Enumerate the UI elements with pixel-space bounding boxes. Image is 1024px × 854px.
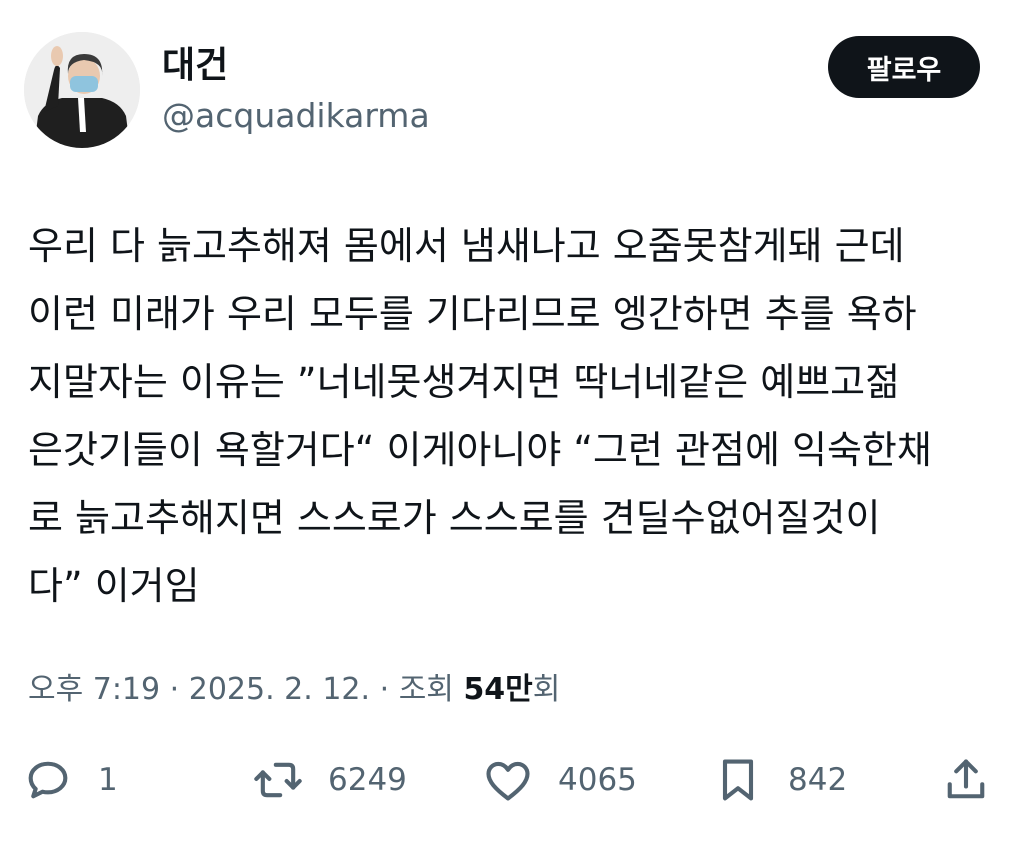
user-handle[interactable]: @acquadikarma — [162, 94, 430, 138]
like-count: 4065 — [558, 762, 637, 798]
retweet-button[interactable]: 6249 — [252, 748, 407, 812]
share-button[interactable] — [940, 748, 992, 812]
retweet-icon — [254, 762, 302, 798]
tweet-line: 다” 이거임 — [28, 564, 200, 608]
views-count: 54만 — [463, 672, 533, 707]
heart-icon — [486, 761, 530, 801]
bookmark-count: 842 — [788, 762, 848, 798]
tweet-line: 이런 미래가 우리 모두를 기다리므로 엥간하면 추를 욕하 — [28, 292, 917, 336]
tweet-meta: 오후 7:19 · 2025. 2. 12. · 조회 54만회 — [28, 666, 560, 714]
retweet-count: 6249 — [328, 762, 407, 798]
views-suffix: 회 — [532, 672, 561, 707]
tweet-line: 우리 다 늙고추해져 몸에서 냄새나고 오줌못참게돼 근데 — [28, 224, 905, 268]
tweet-line: 은갓기들이 욕할거다“ 이게아니야 “그런 관점에 익숙한채 — [28, 428, 932, 472]
reply-button[interactable]: 1 — [22, 748, 118, 812]
meta-separator: · — [379, 672, 390, 707]
like-button[interactable]: 4065 — [482, 748, 637, 812]
avatar[interactable] — [24, 32, 140, 148]
tweet-text: 우리 다 늙고추해져 몸에서 냄새나고 오줌못참게돼 근데 이런 미래가 우리 … — [28, 212, 998, 620]
reply-count: 1 — [98, 762, 118, 798]
tweet-line: 지말자는 이유는 ”너네못생겨지면 딱너네같은 예쁘고젊 — [28, 360, 901, 404]
display-name[interactable]: 대건 — [162, 42, 228, 90]
action-bar: 1 6249 4065 842 — [0, 748, 1024, 812]
tweet-time[interactable]: 오후 7:19 — [28, 672, 160, 707]
reply-icon — [28, 761, 68, 799]
follow-button[interactable]: 팔로우 — [828, 36, 980, 98]
bookmark-icon — [722, 759, 754, 801]
bookmark-button[interactable]: 842 — [712, 748, 847, 812]
tweet-line: 로 늙고추해지면 스스로가 스스로를 견딜수없어질것이 — [28, 496, 881, 540]
views-label: 조회 — [398, 672, 454, 707]
tweet-date[interactable]: 2025. 2. 12. — [189, 672, 370, 707]
share-icon — [947, 759, 985, 799]
meta-separator: · — [169, 672, 180, 707]
avatar-photo-icon — [24, 32, 140, 148]
